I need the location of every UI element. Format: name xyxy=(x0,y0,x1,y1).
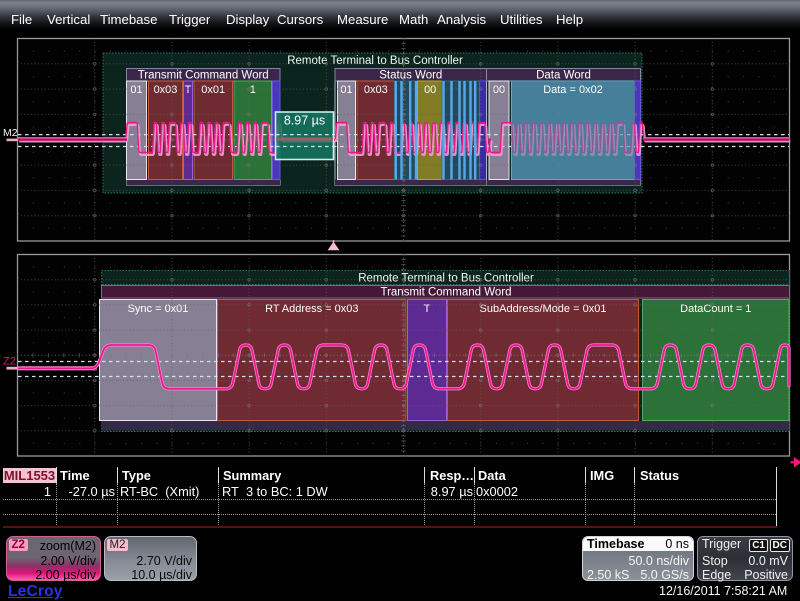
svg-text:Remote Terminal to Bus Control: Remote Terminal to Bus Controller xyxy=(287,55,463,67)
svg-text:M2: M2 xyxy=(3,127,18,139)
svg-text:01: 01 xyxy=(340,84,352,96)
svg-text:00: 00 xyxy=(493,84,505,96)
svg-text:Remote Terminal to Bus Control: Remote Terminal to Bus Controller xyxy=(358,273,534,285)
svg-text:Data = 0x02: Data = 0x02 xyxy=(543,84,603,96)
svg-text:SubAddress/Mode = 0x01: SubAddress/Mode = 0x01 xyxy=(480,303,607,315)
svg-text:0x03: 0x03 xyxy=(364,84,388,96)
svg-text:Z2: Z2 xyxy=(3,356,16,368)
svg-text:8.97 µs: 8.97 µs xyxy=(284,114,325,128)
svg-text:01: 01 xyxy=(130,84,142,96)
svg-text:1: 1 xyxy=(250,84,256,96)
svg-text:0x03: 0x03 xyxy=(154,84,178,96)
svg-text:Status Word: Status Word xyxy=(379,70,442,82)
svg-text:0x01: 0x01 xyxy=(201,84,225,96)
svg-text:T: T xyxy=(185,84,192,96)
svg-text:00: 00 xyxy=(424,84,436,96)
svg-text:Transmit Command Word: Transmit Command Word xyxy=(380,287,511,299)
svg-text:Data Word: Data Word xyxy=(536,70,591,82)
